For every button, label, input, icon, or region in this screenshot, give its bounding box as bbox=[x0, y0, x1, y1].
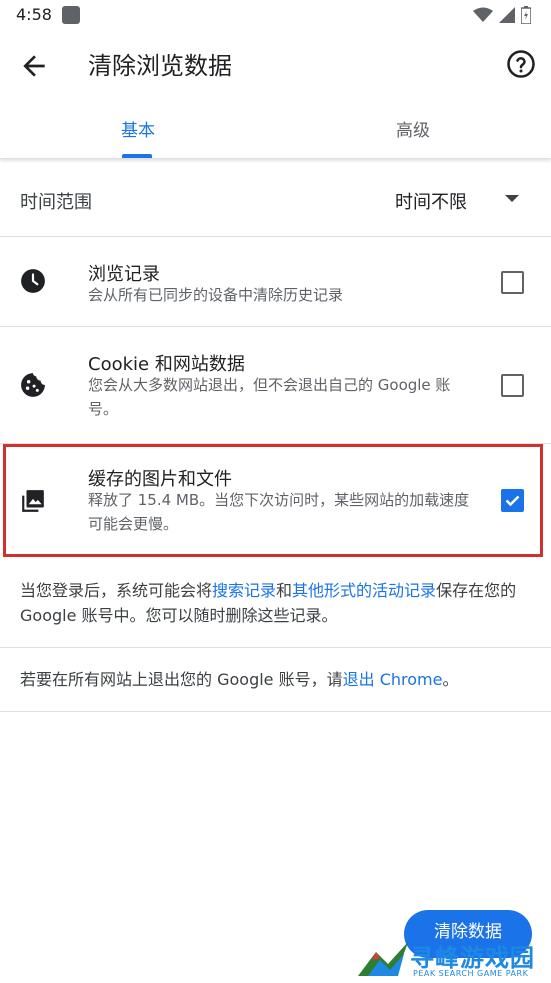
battery-icon bbox=[521, 6, 531, 24]
tab-basic[interactable]: 基本 bbox=[121, 116, 155, 141]
list-item-cookies[interactable]: Cookie 和网站数据 您会从大多数网站退出，但不会退出自己的 Google … bbox=[0, 326, 551, 444]
list-item-history[interactable]: 浏览记录 会从所有已同步的设备中清除历史记录 bbox=[0, 236, 551, 327]
status-time: 4:58 bbox=[16, 5, 52, 24]
tab-advanced[interactable]: 高级 bbox=[396, 116, 430, 141]
page-title: 清除浏览数据 bbox=[88, 52, 232, 80]
dropdown-arrow-icon[interactable] bbox=[505, 195, 519, 203]
history-checkbox[interactable] bbox=[501, 271, 524, 294]
time-range-label: 时间范围 bbox=[20, 192, 92, 213]
tab-bar: 基本 高级 bbox=[0, 96, 551, 159]
help-button[interactable] bbox=[506, 49, 536, 79]
signal-icon bbox=[499, 7, 515, 23]
signed-in-note: 当您登录后，系统可能会将搜索记录和其他形式的活动记录保存在您的 Google 账… bbox=[20, 578, 530, 628]
search-history-link[interactable]: 搜索记录 bbox=[212, 581, 276, 600]
clock-icon bbox=[21, 269, 45, 293]
watermark-subtext: PEAK SEARCH GAME PARK bbox=[413, 969, 529, 978]
time-range-row[interactable]: 时间范围 时间不限 bbox=[0, 158, 551, 237]
sign-out-note-row: 若要在所有网站上退出您的 Google 账号，请退出 Chrome。 bbox=[0, 647, 551, 712]
watermark-text: 寻峰游戏园 bbox=[410, 944, 535, 972]
notification-icon bbox=[62, 6, 80, 24]
wifi-icon bbox=[473, 7, 493, 22]
item-description: 您会从大多数网站退出，但不会退出自己的 Google 账号。 bbox=[88, 376, 451, 418]
signed-in-note-row: 当您登录后，系统可能会将搜索记录和其他形式的活动记录保存在您的 Google 账… bbox=[0, 563, 551, 648]
app-bar: 清除浏览数据 bbox=[0, 34, 551, 96]
cookies-checkbox[interactable] bbox=[501, 374, 524, 397]
sign-out-note: 若要在所有网站上退出您的 Google 账号，请退出 Chrome。 bbox=[20, 667, 530, 692]
arrow-back-icon bbox=[23, 55, 45, 77]
note-text: 当您登录后，系统可能会将 bbox=[20, 581, 213, 600]
cookie-icon bbox=[21, 373, 45, 397]
highlight-box bbox=[3, 444, 543, 557]
note-text: 若要在所有网站上退出您的 Google 账号，请 bbox=[20, 670, 343, 689]
status-bar: 4:58 bbox=[0, 0, 551, 34]
back-button[interactable] bbox=[18, 50, 50, 82]
time-range-select[interactable]: 时间不限 bbox=[395, 188, 467, 214]
help-icon bbox=[507, 50, 535, 78]
watermark: 寻峰游戏园 PEAK SEARCH GAME PARK bbox=[358, 938, 548, 980]
activity-history-link[interactable]: 其他形式的活动记录 bbox=[292, 581, 436, 600]
mountain-logo-icon bbox=[358, 942, 408, 976]
sign-out-chrome-link[interactable]: 退出 Chrome bbox=[343, 670, 443, 689]
note-text: 和 bbox=[276, 581, 293, 600]
note-text: 。 bbox=[442, 670, 459, 689]
item-description: 会从所有已同步的设备中清除历史记录 bbox=[88, 286, 344, 304]
status-icons bbox=[473, 6, 531, 24]
